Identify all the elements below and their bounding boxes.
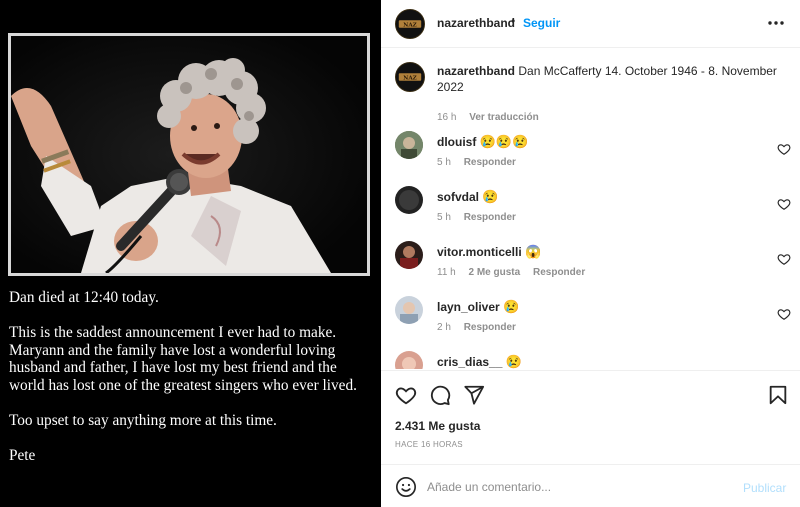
avatar[interactable] [395, 296, 423, 324]
svg-text:NAZ: NAZ [403, 75, 417, 81]
comment-text: 😱 [525, 244, 542, 259]
post-time[interactable]: HACE 16 HORAS [395, 440, 463, 449]
heart-icon[interactable] [777, 307, 791, 321]
avatar[interactable] [395, 131, 423, 159]
list-item: layn_oliver 😢 2 h Responder [395, 296, 800, 346]
comment-meta: 5 h Responder [437, 212, 526, 223]
comment-text: 😢 [503, 299, 520, 314]
reply-button[interactable]: Responder [464, 322, 516, 333]
comment-username[interactable]: layn_oliver 😢 [437, 299, 519, 315]
reply-button[interactable]: Responder [533, 267, 585, 278]
comment-likes[interactable]: 2 Me gusta [469, 267, 521, 278]
comment-time[interactable]: 5 h [437, 212, 451, 223]
share-icon[interactable] [463, 384, 485, 406]
avatar[interactable] [395, 241, 423, 269]
caption-username[interactable]: nazarethband [437, 64, 515, 78]
post-text-line: Dan died at 12:40 today. [9, 289, 159, 306]
translate-link[interactable]: Ver traducción [469, 112, 538, 123]
svg-text:NAZ: NAZ [403, 22, 417, 28]
heart-icon[interactable] [777, 252, 791, 266]
post-photo [11, 36, 367, 273]
comment-meta: 2 h Responder [437, 322, 526, 333]
heart-icon[interactable] [777, 142, 791, 156]
add-comment-bar: Publicar [381, 464, 800, 507]
comment-username[interactable]: vitor.monticelli 😱 [437, 244, 541, 260]
avatar[interactable]: NAZ [395, 9, 425, 39]
comment-time[interactable]: 2 h [437, 322, 451, 333]
caption-time[interactable]: 16 h [437, 112, 456, 123]
comment-time[interactable]: 11 h [437, 267, 456, 278]
post-side-panel: NAZ nazarethband • Seguir NAZ nazarethba… [381, 0, 800, 507]
comment-username[interactable]: cris_dias__ 😢 [437, 354, 522, 369]
caption-meta: 16 h Ver traducción [437, 112, 549, 123]
post-text-line: Too upset to say anything more at this t… [9, 412, 277, 430]
header-username[interactable]: nazarethband [437, 16, 515, 30]
actions-bar: 2.431 Me gusta HACE 16 HORAS [381, 370, 800, 464]
post-text-line: Pete [9, 447, 36, 465]
comment-text: 😢😢😢 [479, 134, 529, 149]
separator-dot: • [511, 14, 516, 28]
avatar[interactable]: NAZ [395, 62, 425, 92]
likes-count[interactable]: 2.431 Me gusta [395, 419, 480, 433]
comment-meta: 5 h Responder [437, 157, 526, 168]
post-text-line: This is the saddest announcement I ever … [9, 324, 357, 394]
publish-button[interactable]: Publicar [743, 481, 786, 495]
comment-input[interactable] [427, 475, 727, 499]
comment-text: 😢 [482, 189, 499, 204]
bookmark-icon[interactable] [767, 384, 789, 406]
comment-icon[interactable] [429, 384, 451, 406]
post-header: NAZ nazarethband • Seguir [381, 0, 800, 48]
comments-list[interactable]: NAZ nazarethband Dan McCafferty 14. Octo… [381, 49, 800, 369]
caption-text: nazarethband Dan McCafferty 14. October … [437, 64, 787, 95]
more-horizontal-icon[interactable] [767, 13, 785, 33]
follow-button[interactable]: Seguir [523, 16, 560, 30]
reply-button[interactable]: Responder [464, 212, 516, 223]
comment-time[interactable]: 5 h [437, 157, 451, 168]
comment-username[interactable]: sofvdal 😢 [437, 189, 499, 205]
post-text: Dan died at 12:40 today. This is the sad… [9, 289, 375, 483]
comment-username[interactable]: dlouisf 😢😢😢 [437, 134, 528, 150]
reply-button[interactable]: Responder [464, 157, 516, 168]
list-item: vitor.monticelli 😱 11 h 2 Me gusta Respo… [395, 241, 800, 291]
list-item: cris_dias__ 😢 [395, 351, 800, 369]
photo-frame [8, 33, 370, 276]
comment-text: 😢 [505, 354, 522, 369]
heart-icon[interactable] [777, 197, 791, 211]
list-item: dlouisf 😢😢😢 5 h Responder [395, 131, 800, 181]
list-item: sofvdal 😢 5 h Responder [395, 186, 800, 236]
emoji-icon[interactable] [395, 476, 417, 498]
comment-meta: 11 h 2 Me gusta Responder [437, 267, 595, 278]
heart-icon[interactable] [395, 384, 417, 406]
post-media: Dan died at 12:40 today. This is the sad… [0, 0, 381, 507]
avatar[interactable] [395, 186, 423, 214]
avatar[interactable] [395, 351, 423, 369]
